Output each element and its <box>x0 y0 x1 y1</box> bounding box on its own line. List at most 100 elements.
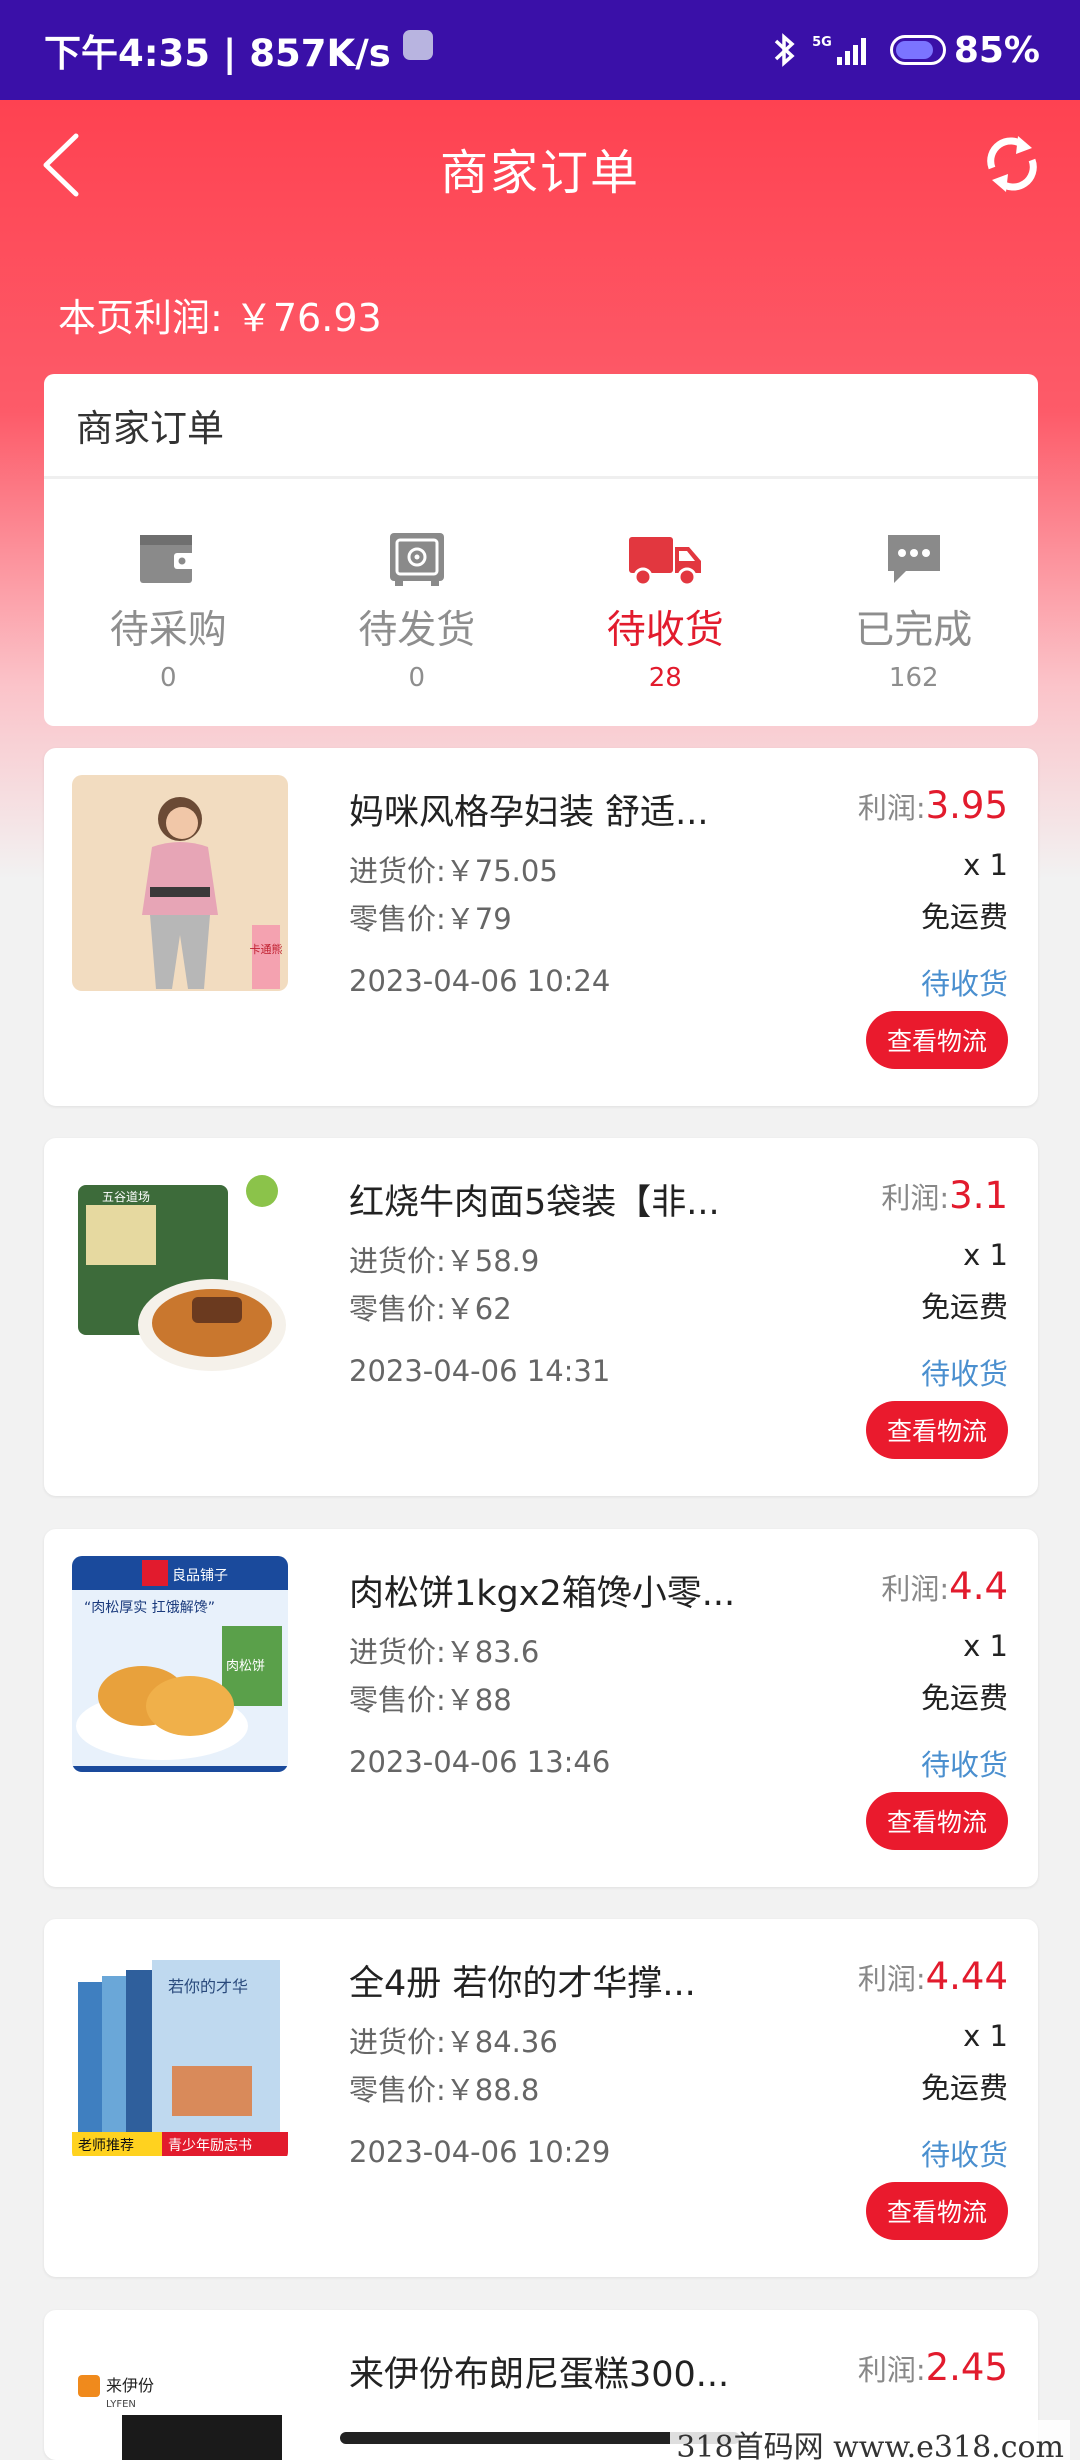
product-image: 卡通熊 <box>72 775 288 991</box>
product-image: 五谷道场 <box>72 1165 288 1381</box>
tab-label: 待发货 <box>358 608 476 653</box>
view-logistics-button[interactable]: 查看物流 <box>865 1792 1008 1850</box>
order-status-tabs: 待采购 0 待发货 0 待收货 28 已完成 162 <box>44 479 1038 726</box>
profit-value: 4.4 <box>949 1565 1008 1608</box>
profit-label: 利润: <box>857 791 926 825</box>
slogan-text: “肉松厚实 扛饿解馋” <box>84 1600 215 1616</box>
retail-price: 零售价:￥88 <box>349 1683 512 1717</box>
view-logistics-button[interactable]: 查看物流 <box>865 2182 1008 2240</box>
order-summary-card: 商家订单 待采购 0 待发货 0 待收货 28 已完成 162 <box>44 374 1038 726</box>
wallet-icon <box>140 535 197 583</box>
order-card[interactable]: 卡通熊 妈咪风格孕妇装 舒适... 进货价:￥75.05 零售价:￥79 202… <box>44 748 1038 1106</box>
tab-label: 待收货 <box>606 608 724 653</box>
tab-pending-purchase[interactable]: 待采购 0 <box>44 479 293 726</box>
app-notification-icon <box>402 30 433 60</box>
view-logistics-button[interactable]: 查看物流 <box>865 1401 1008 1459</box>
order-card[interactable]: 若你的才华 老师推荐 青少年励志书 全4册 若你的才华撑... 进货价:￥84.… <box>44 1919 1038 2277</box>
profit-row: 利润:4.4 <box>881 1565 1008 1608</box>
product-image: 若你的才华 老师推荐 青少年励志书 <box>72 1946 288 2162</box>
quantity: x 1 <box>963 2019 1008 2053</box>
order-date: 2023-04-06 14:31 <box>349 1354 611 1388</box>
page-title: 商家订单 <box>439 144 640 201</box>
product-image: 良品铺子 “肉松厚实 扛饿解馋” 肉松饼 <box>72 1556 288 1772</box>
summary-title: 商家订单 <box>44 374 1038 479</box>
banner-text-b: 青少年励志书 <box>168 2138 252 2154</box>
status-bar: 下午4:35 | 857K/s 5G 85% <box>0 0 1080 100</box>
profit-label: 利润: <box>857 1962 926 1996</box>
tag-text: 卡通熊 <box>250 942 283 956</box>
profit-value: 3.95 <box>925 784 1008 827</box>
tab-completed[interactable]: 已完成 162 <box>790 479 1039 726</box>
quantity: x 1 <box>963 848 1008 882</box>
tab-count: 162 <box>888 663 939 693</box>
page-profit: 本页利润: ￥76.93 <box>58 296 382 340</box>
truck-icon <box>629 537 702 587</box>
watermark: 318首码网 www.e318.com <box>670 2420 1070 2460</box>
order-card[interactable]: 五谷道场 红烧牛肉面5袋装【非... 进货价:￥58.9 零售价:￥62 202… <box>44 1138 1038 1496</box>
profit-row: 利润:3.95 <box>858 784 1008 827</box>
order-date: 2023-04-06 13:46 <box>349 1745 611 1779</box>
back-arrow-icon[interactable] <box>36 130 96 200</box>
profit-row: 利润:4.44 <box>858 1955 1008 1998</box>
cost-price: 进货价:￥83.6 <box>349 1635 540 1669</box>
shipping-fee: 免运费 <box>920 900 1008 934</box>
profit-label: 利润: <box>881 1181 950 1215</box>
tab-count: 28 <box>648 663 682 693</box>
network-type: 5G <box>812 35 832 50</box>
product-image: 来伊份 LYFEN <box>72 2337 288 2460</box>
product-title: 红烧牛肉面5袋装【非... <box>349 1183 720 1223</box>
product-title: 妈咪风格孕妇装 舒适... <box>349 793 709 833</box>
chat-bubble-icon <box>887 535 940 583</box>
banner-text-a: 老师推荐 <box>78 2138 134 2154</box>
battery-icon <box>889 35 946 65</box>
status-time-speed: 下午4:35 | 857K/s <box>44 32 391 75</box>
profit-label: 利润: <box>881 1572 950 1606</box>
quantity: x 1 <box>963 1238 1008 1272</box>
tab-label: 已完成 <box>855 608 973 653</box>
screen: 下午4:35 | 857K/s 5G 85% 商家订单 本页利润: ￥76.93… <box>0 0 1080 2460</box>
brand-text: 来伊份 <box>106 2376 154 2395</box>
refresh-icon[interactable] <box>980 132 1044 196</box>
cost-price: 进货价:￥84.36 <box>349 2025 558 2059</box>
battery-level: 85% <box>953 29 1040 71</box>
profit-row: 利润:3.1 <box>881 1174 1008 1217</box>
shipping-fee: 免运费 <box>920 2071 1008 2105</box>
profit-value: 3.1 <box>949 1174 1008 1217</box>
product-text: 肉松饼 <box>226 1659 265 1674</box>
tab-count: 0 <box>408 663 426 693</box>
profit-value: 4.44 <box>925 1955 1008 1998</box>
order-card[interactable]: 良品铺子 “肉松厚实 扛饿解馋” 肉松饼 肉松饼1kgx2箱馋小零... 进货价… <box>44 1529 1038 1887</box>
tab-count: 0 <box>159 663 177 693</box>
order-status: 待收货 <box>920 1357 1008 1391</box>
cost-price: 进货价:￥58.9 <box>349 1244 540 1278</box>
product-title: 来伊份布朗尼蛋糕300... <box>349 2355 730 2395</box>
order-status: 待收货 <box>920 967 1008 1001</box>
brand-text: 五谷道场 <box>102 1190 150 1204</box>
profit-label: 利润: <box>857 2353 926 2387</box>
order-date: 2023-04-06 10:29 <box>349 2135 611 2169</box>
tab-label: 待采购 <box>109 608 227 653</box>
book-title-text: 若你的才华 <box>168 1977 248 1996</box>
status-left: 下午4:35 | 857K/s <box>44 23 433 77</box>
cost-price: 进货价:￥75.05 <box>349 854 558 888</box>
retail-price: 零售价:￥62 <box>349 1292 512 1326</box>
status-right: 5G 85% <box>772 30 1040 71</box>
brand-en-text: LYFEN <box>106 2399 136 2410</box>
safe-icon <box>389 533 444 586</box>
order-status: 待收货 <box>920 2138 1008 2172</box>
view-logistics-button[interactable]: 查看物流 <box>865 1011 1008 1069</box>
order-status: 待收货 <box>920 1748 1008 1782</box>
retail-price: 零售价:￥88.8 <box>349 2073 540 2107</box>
product-title: 全4册 若你的才华撑... <box>349 1964 696 2004</box>
nav-bar: 商家订单 <box>0 100 1080 235</box>
order-date: 2023-04-06 10:24 <box>349 964 611 998</box>
profit-value: 2.45 <box>925 2346 1008 2389</box>
shipping-fee: 免运费 <box>920 1681 1008 1715</box>
brand-text: 良品铺子 <box>172 1568 228 1584</box>
bluetooth-icon <box>774 33 795 67</box>
profit-row: 利润:2.45 <box>858 2346 1008 2389</box>
product-title: 肉松饼1kgx2箱馋小零... <box>349 1574 736 1614</box>
retail-price: 零售价:￥79 <box>349 902 512 936</box>
tab-pending-shipment[interactable]: 待发货 0 <box>293 479 542 726</box>
tab-pending-receipt[interactable]: 待收货 28 <box>541 479 790 726</box>
